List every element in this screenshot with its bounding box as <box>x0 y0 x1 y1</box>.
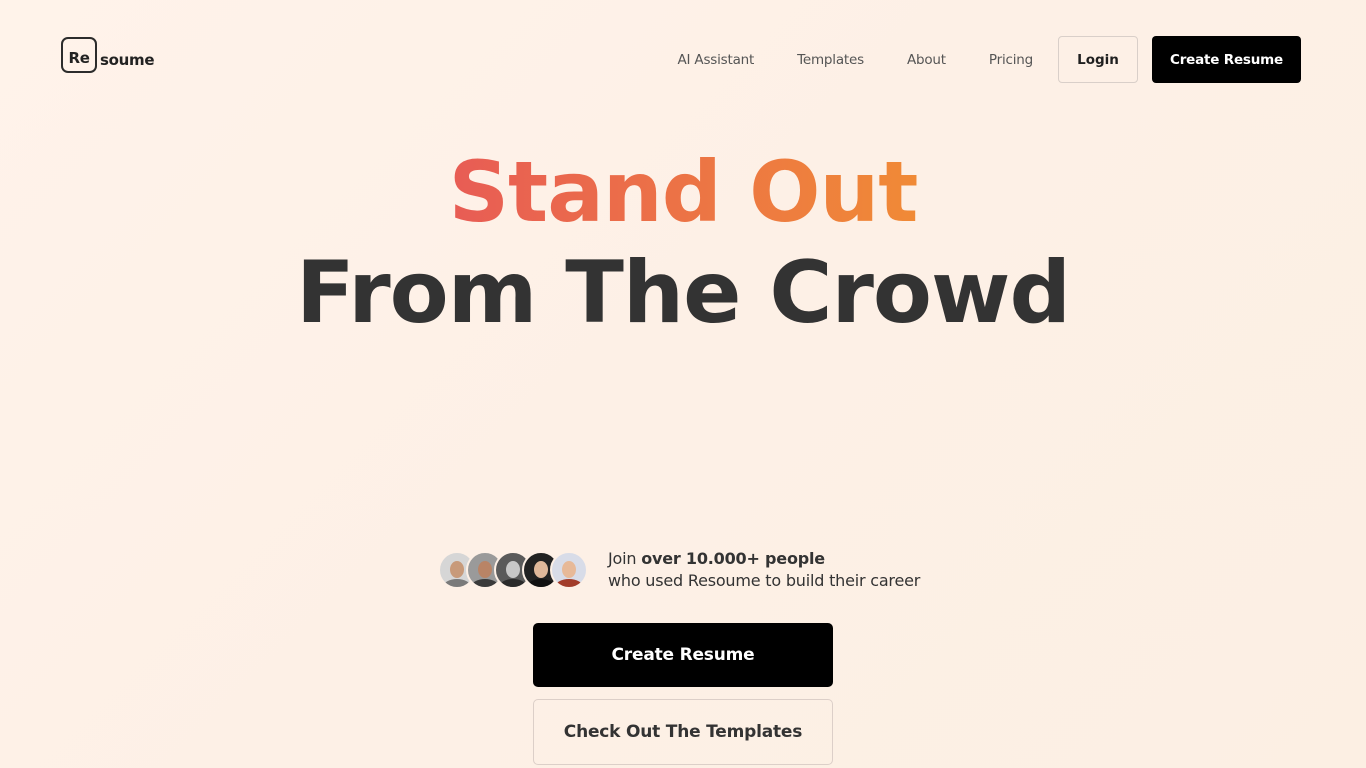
user-count: over 10.000+ people <box>641 549 825 568</box>
social-proof-line1: Join over 10.000+ people <box>608 548 920 570</box>
join-label: Join <box>608 549 637 568</box>
hero-title-accent-text: Stand Out <box>448 143 919 241</box>
check-templates-button[interactable]: Check Out The Templates <box>533 699 833 765</box>
main-nav: AI Assistant Templates About Pricing Log… <box>678 36 1301 83</box>
social-proof-line2: who used Resoume to build their career <box>608 571 921 590</box>
social-proof: Join over 10.000+ people who used Resoum… <box>438 548 920 592</box>
logo[interactable]: Re soume <box>61 35 155 74</box>
hero-title: From The Crowd <box>295 243 1071 343</box>
nav-templates[interactable]: Templates <box>797 52 864 68</box>
hero-title-accent: Stand Out <box>0 150 1366 234</box>
create-resume-button[interactable]: Create Resume <box>533 623 833 687</box>
login-button[interactable]: Login <box>1058 36 1138 83</box>
social-proof-text: Join over 10.000+ people who used Resoum… <box>608 548 920 592</box>
nav-pricing[interactable]: Pricing <box>989 52 1033 68</box>
logo-mark: Re <box>61 36 97 73</box>
avatar <box>550 551 588 589</box>
create-resume-nav-button[interactable]: Create Resume <box>1152 36 1301 83</box>
nav-ai-assistant[interactable]: AI Assistant <box>678 52 755 68</box>
avatar-group <box>438 551 588 589</box>
nav-about[interactable]: About <box>907 52 946 68</box>
logo-wordmark: soume <box>100 50 155 69</box>
